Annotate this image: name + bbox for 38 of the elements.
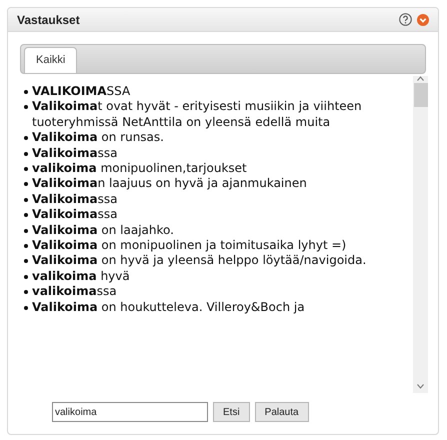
answer-text: Valikoima on monipuolinen ja toimitusaika lyhyt =) bbox=[32, 238, 346, 254]
action-button[interactable]: Etsi bbox=[213, 402, 250, 422]
bullet-icon bbox=[24, 152, 28, 156]
answer-text: valikoima monipuolinen,tarjoukset bbox=[32, 161, 247, 176]
answer-text: Valikoima on laajahko. bbox=[32, 222, 174, 238]
collapse-icon[interactable] bbox=[417, 14, 429, 26]
answer-text: Valikoimassa bbox=[32, 146, 118, 162]
search-field[interactable]: valikoima bbox=[52, 402, 208, 422]
answer-text: Valikoima on houkutteleva. Villeroy&Boch ja bbox=[32, 300, 305, 316]
answer-text: Valikoima on runsas. bbox=[32, 130, 164, 146]
bullet-icon bbox=[24, 136, 28, 140]
bullet-icon bbox=[24, 306, 28, 310]
bullet-icon bbox=[24, 90, 28, 94]
bullet-icon bbox=[24, 290, 28, 294]
answer-text: Valikoiman laajuus on hyvä ja ajanmukainen bbox=[32, 176, 307, 192]
answer-text: Valikoimassa bbox=[32, 192, 118, 208]
bullet-icon bbox=[24, 228, 28, 233]
bullet-icon bbox=[24, 167, 28, 172]
help-icon[interactable] bbox=[399, 13, 412, 26]
action-button[interactable]: Palauta bbox=[254, 402, 309, 422]
bullet-icon bbox=[24, 274, 28, 279]
answer-text: VALIKOIMASSA bbox=[32, 84, 130, 100]
bullet-icon bbox=[24, 244, 28, 248]
scroll-thumb[interactable] bbox=[414, 83, 428, 107]
scroll-up-icon[interactable] bbox=[417, 76, 424, 81]
bullet-icon bbox=[24, 213, 28, 218]
bullet-icon bbox=[24, 105, 28, 110]
answer-text: valikoima hyvä bbox=[32, 268, 130, 284]
answer-text: Valikoimassa bbox=[32, 207, 118, 223]
bullet-icon bbox=[24, 259, 28, 264]
scrollbar[interactable] bbox=[413, 76, 428, 393]
answer-text: Valikoima on hyvä ja yleensä helppo löytää/navigoida. bbox=[32, 253, 366, 269]
scroll-down-icon[interactable] bbox=[417, 384, 424, 389]
panel-title: Vastaukset bbox=[17, 12, 80, 28]
tab[interactable]: Kaikki bbox=[24, 47, 78, 73]
bullet-icon bbox=[24, 182, 28, 186]
answer-text: valikoimassa bbox=[32, 284, 117, 300]
bullet-icon bbox=[24, 198, 28, 202]
